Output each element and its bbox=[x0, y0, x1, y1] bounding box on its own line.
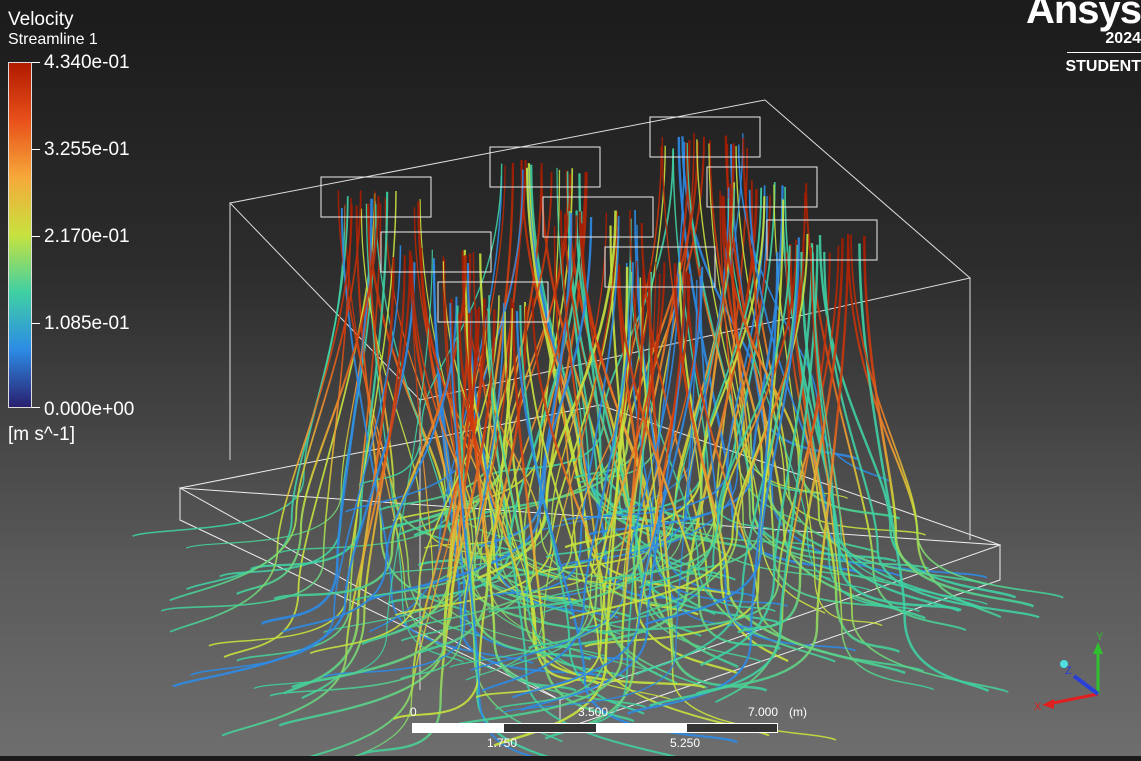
legend-unit: [m s^-1] bbox=[8, 424, 75, 445]
axis-x-label: X bbox=[1034, 701, 1042, 713]
legend-tick-label: 4.340e-01 bbox=[44, 52, 130, 73]
streamline bbox=[850, 234, 1064, 599]
scale-bar: 0 3.500 7.000 (m) 1.750 5.250 bbox=[410, 705, 810, 753]
legend-tick bbox=[32, 236, 40, 237]
legend-tick bbox=[32, 149, 40, 150]
legend-tick bbox=[32, 323, 40, 324]
logo-divider bbox=[1067, 52, 1141, 53]
legend-tick bbox=[32, 62, 40, 63]
scale-label: 0 bbox=[410, 705, 417, 719]
legend-tick-label: 0.000e+00 bbox=[44, 399, 135, 420]
streamline-scene bbox=[132, 99, 1064, 761]
scale-label: 7.000 bbox=[748, 705, 779, 719]
inlet-box bbox=[489, 146, 601, 188]
legend-subtitle: Streamline 1 bbox=[8, 31, 98, 48]
logo-year: 2024 bbox=[1105, 30, 1141, 47]
legend-tick-label: 2.170e-01 bbox=[44, 226, 130, 247]
inlet-box bbox=[380, 231, 492, 273]
scale-unit: (m) bbox=[789, 705, 807, 719]
legend-tick-label: 1.085e-01 bbox=[44, 313, 130, 334]
legend-tick-label: 3.255e-01 bbox=[44, 139, 130, 160]
scale-label: 5.250 bbox=[670, 736, 701, 750]
3d-viewport[interactable]: Velocity Streamline 1 4.340e-01 3.255e-0… bbox=[0, 0, 1141, 761]
legend-tick bbox=[32, 407, 40, 408]
streamline bbox=[169, 190, 362, 602]
axis-triad[interactable]: Y X Z bbox=[1030, 628, 1120, 718]
streamline bbox=[169, 204, 353, 633]
legend-title: Velocity bbox=[8, 9, 74, 30]
streamline bbox=[186, 196, 349, 591]
axis-y-label: Y bbox=[1096, 631, 1104, 643]
streamline bbox=[132, 205, 346, 537]
logo-edition: STUDENT bbox=[1065, 58, 1141, 75]
scale-label: 3.500 bbox=[578, 705, 609, 719]
streamlines bbox=[132, 132, 1064, 761]
streamline bbox=[863, 235, 1035, 608]
color-bar bbox=[8, 62, 32, 408]
scale-label: 1.750 bbox=[487, 736, 518, 750]
logo-name: Ansys bbox=[1025, 0, 1141, 32]
scale-bar-track bbox=[412, 723, 778, 733]
